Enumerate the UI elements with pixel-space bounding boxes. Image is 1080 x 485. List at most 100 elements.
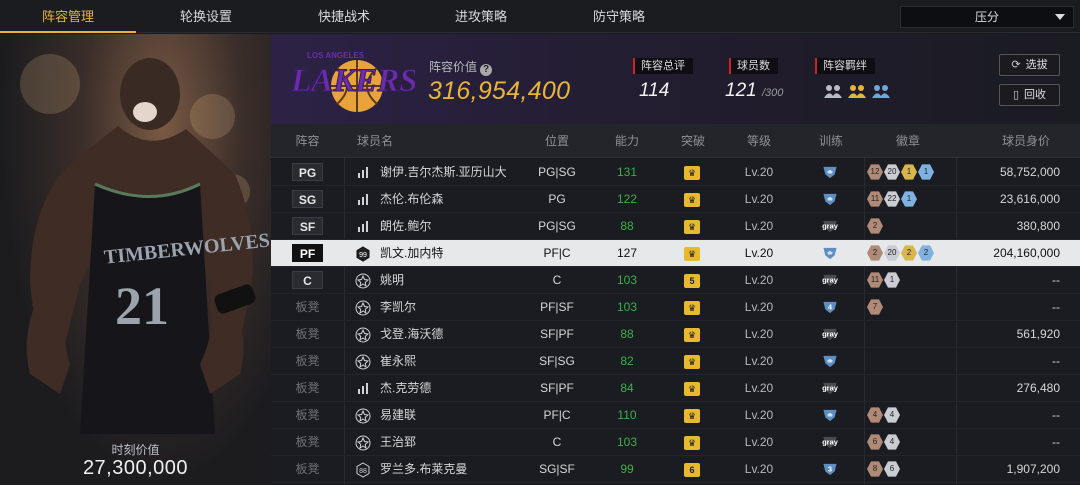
- player-portrait-panel[interactable]: TIMBERWOLVES 21 时刻价值 27,300,000: [0, 34, 271, 485]
- player-level: Lv.20: [744, 165, 774, 179]
- player-name[interactable]: 王治郅: [380, 429, 416, 456]
- breakthrough-crown-icon[interactable]: ♛: [684, 355, 700, 369]
- player-value: 380,800: [1016, 219, 1060, 233]
- player-level: Lv.20: [744, 381, 774, 395]
- player-name[interactable]: 易建联: [380, 402, 416, 429]
- recycle-button[interactable]: ▯ 回收: [999, 84, 1060, 106]
- player-name[interactable]: 李凯尔: [380, 294, 416, 321]
- svg-text:gray: gray: [822, 329, 839, 338]
- player-level: Lv.20: [744, 462, 774, 476]
- badge-group[interactable]: 11 22 1: [867, 191, 917, 208]
- table-row[interactable]: 板凳 李凯尔 PF|SF 103 ♛ Lv.20 4 7 --: [271, 294, 1080, 321]
- chemistry-icon-group[interactable]: [823, 82, 891, 100]
- player-name[interactable]: 谢伊.吉尔杰斯.亚历山大: [380, 159, 507, 186]
- player-ability: 122: [616, 192, 638, 206]
- player-name[interactable]: 姚明: [380, 267, 404, 294]
- player-ability: 82: [620, 354, 634, 368]
- breakthrough-crown-icon[interactable]: ♛: [684, 247, 700, 261]
- player-name[interactable]: 凯文.加内特: [380, 240, 443, 267]
- rank-star-icon: [355, 435, 371, 451]
- breakthrough-crown-icon[interactable]: ♛: [684, 382, 700, 396]
- table-row[interactable]: PF 99 凯文.加内特 PF|C 127 ♛ Lv.20 2 20 2 2 204,160,000: [271, 240, 1080, 267]
- player-name[interactable]: 杰.克劳德: [380, 375, 431, 402]
- badge-group[interactable]: 86: [867, 461, 900, 478]
- chemistry-gray-icon[interactable]: [823, 82, 843, 100]
- tab-quick-tactics[interactable]: 快捷战术: [276, 0, 412, 33]
- recycle-button-label: 回收: [1024, 89, 1047, 101]
- table-row[interactable]: 板凳 崔永熙 SF|SG 82 ♛ Lv.20 --: [271, 348, 1080, 375]
- badge-group[interactable]: 11 1: [867, 272, 900, 289]
- bench-label: 板凳: [295, 435, 320, 449]
- training-locked-icon[interactable]: gray: [821, 327, 839, 342]
- training-locked-icon[interactable]: gray: [821, 273, 839, 288]
- training-shield-icon[interactable]: 4: [821, 300, 839, 315]
- table-row[interactable]: SG 杰伦.布伦森 PG 122 ♛ Lv.20 11 22 1 23,616,000: [271, 186, 1080, 213]
- table-row[interactable]: SF 朗佐.鲍尔 PG|SG 88 ♛ Lv.20 gray 2 380,800: [271, 213, 1080, 240]
- player-name[interactable]: 朗佐.鲍尔: [380, 213, 431, 240]
- breakthrough-crown-icon[interactable]: ♛: [684, 166, 700, 180]
- tab-defense-strategy[interactable]: 防守策略: [550, 0, 688, 33]
- table-row[interactable]: 板凳 杰.克劳德 SF|PF 84 ♛ Lv.20 gray 276,480: [271, 375, 1080, 402]
- breakthrough-crown-icon[interactable]: ♛: [684, 193, 700, 207]
- table-row[interactable]: C 姚明 C 103 5 Lv.20 gray 11 1 --: [271, 267, 1080, 294]
- sort-dropdown[interactable]: 压分: [900, 6, 1074, 28]
- bench-label: 板凳: [295, 462, 320, 476]
- badge-group[interactable]: 2 20 2 2: [867, 245, 934, 262]
- team-chemistry-stat: 阵容羁绊: [815, 56, 875, 74]
- team-summary-header: LAKERS LOS ANGELES 阵容价值? 316,954,400 阵容总…: [271, 34, 1080, 124]
- col-player-value: 球员身价: [1001, 134, 1050, 148]
- training-shield-icon[interactable]: [821, 408, 839, 423]
- rank-bars-icon: [355, 192, 371, 208]
- training-locked-icon[interactable]: gray: [821, 219, 839, 234]
- badge-group[interactable]: 64: [867, 434, 900, 451]
- badge-group[interactable]: 12 20 1 1: [867, 164, 934, 181]
- training-shield-icon[interactable]: [821, 246, 839, 261]
- breakthrough-crown-icon[interactable]: ♛: [684, 301, 700, 315]
- training-shield-icon[interactable]: [821, 354, 839, 369]
- player-value: 1,907,200: [1006, 462, 1060, 476]
- tab-lineup-management[interactable]: 阵容管理: [0, 0, 136, 33]
- select-button[interactable]: ⟳ 选拔: [999, 54, 1060, 76]
- player-name[interactable]: 崔永熙: [380, 348, 416, 375]
- player-name[interactable]: 罗兰多.布莱克曼: [380, 456, 467, 483]
- player-value: --: [1052, 273, 1060, 287]
- table-row[interactable]: 板凳 易建联 PF|C 110 ♛ Lv.20 4 4 --: [271, 402, 1080, 429]
- breakthrough-crown-icon[interactable]: ♛: [684, 220, 700, 234]
- chemistry-gold-icon[interactable]: [847, 82, 867, 100]
- player-level: Lv.20: [744, 354, 774, 368]
- training-shield-icon[interactable]: 3: [821, 462, 839, 477]
- team-logo-wordmark: LAKERS: [290, 63, 415, 99]
- tab-rotation-settings[interactable]: 轮换设置: [136, 0, 276, 33]
- chemistry-blue-icon[interactable]: [871, 82, 891, 100]
- badge-icon: 4: [884, 434, 900, 450]
- tab-offense-strategy[interactable]: 进攻策略: [412, 0, 550, 33]
- badge-icon: 20: [884, 245, 900, 261]
- badge-group[interactable]: 44: [867, 407, 900, 424]
- player-name[interactable]: 杰伦.布伦森: [380, 186, 443, 213]
- breakthrough-crown-icon[interactable]: 5: [684, 274, 700, 288]
- table-row[interactable]: 板凳 王治郅 C 103 ♛ Lv.20 gray 6 4 --: [271, 429, 1080, 456]
- lineup-screen: 阵容管理 轮换设置 快捷战术 进攻策略 防守策略 压分 TIMBERWOLVES…: [0, 0, 1080, 485]
- breakthrough-crown-icon[interactable]: ♛: [684, 328, 700, 342]
- breakthrough-crown-icon[interactable]: ♛: [684, 436, 700, 450]
- rank-star-icon: [355, 300, 371, 316]
- team-rating-stat: 阵容总评 114: [633, 56, 693, 101]
- svg-text:88: 88: [359, 468, 367, 475]
- player-name[interactable]: 戈登.海沃德: [380, 321, 443, 348]
- breakthrough-crown-icon[interactable]: ♛: [684, 409, 700, 423]
- table-row[interactable]: PG 谢伊.吉尔杰斯.亚历山大 PG|SG 131 ♛ Lv.20 12 20 1 1 58,752…: [271, 159, 1080, 186]
- training-locked-icon[interactable]: gray: [821, 435, 839, 450]
- training-shield-icon[interactable]: [821, 165, 839, 180]
- table-row[interactable]: 板凳 88 罗兰多.布莱克曼 SG|SF 99 6 Lv.20 3 8 6 1,907,200: [271, 456, 1080, 483]
- player-position: PF|C: [543, 246, 571, 260]
- breakthrough-crown-icon[interactable]: 6: [684, 463, 700, 477]
- help-icon[interactable]: ?: [480, 64, 493, 76]
- training-locked-icon[interactable]: gray: [821, 381, 839, 396]
- svg-text:gray: gray: [822, 221, 839, 230]
- training-shield-icon[interactable]: [821, 192, 839, 207]
- badge-group[interactable]: 2: [867, 218, 883, 235]
- player-count-cap: /300: [761, 87, 784, 99]
- badge-group[interactable]: 7: [867, 299, 883, 316]
- svg-text:21: 21: [115, 276, 169, 336]
- table-row[interactable]: 板凳 戈登.海沃德 SF|PF 88 ♛ Lv.20 gray 561,920: [271, 321, 1080, 348]
